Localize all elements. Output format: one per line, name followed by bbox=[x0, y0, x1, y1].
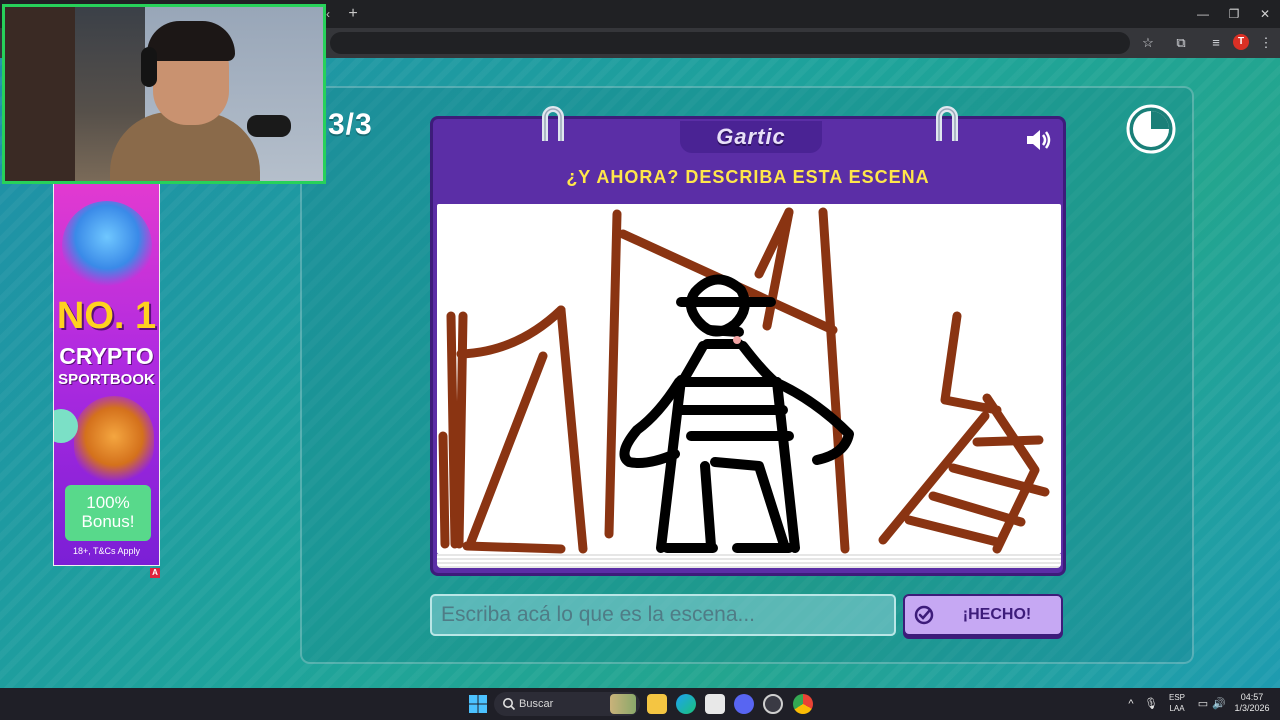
webcam-background-shelf bbox=[5, 7, 75, 181]
chrome-icon[interactable] bbox=[793, 694, 813, 714]
tab-scroll-button[interactable]: ‹ bbox=[326, 5, 330, 23]
ad-football-player-image bbox=[74, 396, 154, 486]
clock-time: 04:57 bbox=[1240, 692, 1264, 702]
scene-description-input[interactable] bbox=[430, 594, 896, 636]
drawing-canvas bbox=[437, 204, 1061, 554]
extensions-icon[interactable]: ⧉ bbox=[1171, 33, 1191, 53]
file-explorer-icon[interactable] bbox=[647, 694, 667, 714]
headset-icon bbox=[141, 47, 157, 87]
bookmark-star-icon[interactable]: ☆ bbox=[1138, 33, 1158, 53]
profile-avatar[interactable]: T bbox=[1233, 34, 1249, 50]
tray-display-icon[interactable]: ▭ bbox=[1196, 697, 1210, 711]
language-code: ESP bbox=[1168, 693, 1185, 702]
board-header: Gartic ¿Y AHORA? DESCRIBA ESTA ESCENA bbox=[433, 119, 1063, 205]
microsoft-store-icon[interactable] bbox=[705, 694, 725, 714]
gartic-logo: Gartic bbox=[716, 124, 786, 149]
close-window-button[interactable]: ✕ bbox=[1250, 4, 1280, 24]
ad-headline: NO. 1 bbox=[56, 295, 157, 337]
taskbar-search-label: Buscar bbox=[519, 698, 554, 710]
search-icon bbox=[503, 698, 516, 711]
ad-choices-icon[interactable]: A bbox=[150, 568, 160, 578]
minimize-button[interactable]: — bbox=[1188, 4, 1218, 24]
edge-browser-icon[interactable] bbox=[676, 694, 696, 714]
new-tab-button[interactable]: + bbox=[344, 5, 362, 23]
address-bar[interactable] bbox=[330, 32, 1130, 54]
maximize-button[interactable]: ❐ bbox=[1219, 4, 1249, 24]
timer-icon bbox=[1126, 104, 1176, 154]
tray-chevron-icon[interactable]: ^ bbox=[1124, 697, 1138, 711]
drawing-board: Gartic ¿Y AHORA? DESCRIBA ESTA ESCENA bbox=[430, 106, 1066, 576]
ad-disclaimer: 18+, T&Cs Apply bbox=[72, 546, 141, 556]
speaker-icon[interactable] bbox=[1023, 125, 1053, 155]
binder-ring-right-icon bbox=[936, 106, 958, 141]
ad-banner[interactable]: NO. 1 CRYPTO SPORTBOOK 100% Bonus! 18+, … bbox=[53, 180, 160, 566]
ad-bonus-button[interactable]: 100% Bonus! bbox=[65, 485, 151, 541]
keyboard-language-indicator[interactable]: ESP LAA bbox=[1166, 692, 1188, 714]
discord-icon[interactable] bbox=[734, 694, 754, 714]
round-counter: 3/3 bbox=[328, 108, 373, 141]
webcam-overlay bbox=[2, 4, 326, 184]
browser-menu-icon[interactable]: ⋮ bbox=[1256, 33, 1276, 53]
steam-icon[interactable] bbox=[763, 694, 783, 714]
check-circle-icon bbox=[914, 605, 934, 625]
windows-taskbar bbox=[0, 688, 1280, 720]
search-highlight-image[interactable] bbox=[610, 694, 636, 714]
keyboard-layout-code: LAA bbox=[1169, 704, 1185, 713]
ad-athlete-image bbox=[62, 201, 152, 291]
paper-stack-edge bbox=[437, 554, 1061, 568]
tray-microphone-icon[interactable]: 🎙 bbox=[1144, 697, 1158, 711]
logo-tab: Gartic bbox=[680, 121, 822, 153]
ad-subtitle-crypto: CRYPTO bbox=[59, 343, 154, 369]
ad-bonus-text: Bonus! bbox=[81, 512, 135, 531]
microphone-icon bbox=[247, 115, 291, 137]
clock-date: 1/3/2026 bbox=[1234, 703, 1270, 713]
tray-volume-icon[interactable]: 🔊 bbox=[1212, 697, 1226, 711]
windows-start-icon[interactable] bbox=[469, 695, 487, 713]
taskbar-clock[interactable]: 04:57 1/3/2026 bbox=[1232, 692, 1272, 714]
streamer-hair bbox=[147, 21, 235, 61]
binder-ring-left-icon bbox=[542, 106, 564, 141]
ad-bonus-percent: 100% bbox=[86, 493, 130, 512]
ad-subtitle-sportbook: SPORTBOOK bbox=[58, 371, 155, 388]
prompt-title: ¿Y AHORA? DESCRIBA ESTA ESCENA bbox=[566, 167, 930, 187]
media-control-icon[interactable]: ≡ bbox=[1206, 33, 1226, 53]
